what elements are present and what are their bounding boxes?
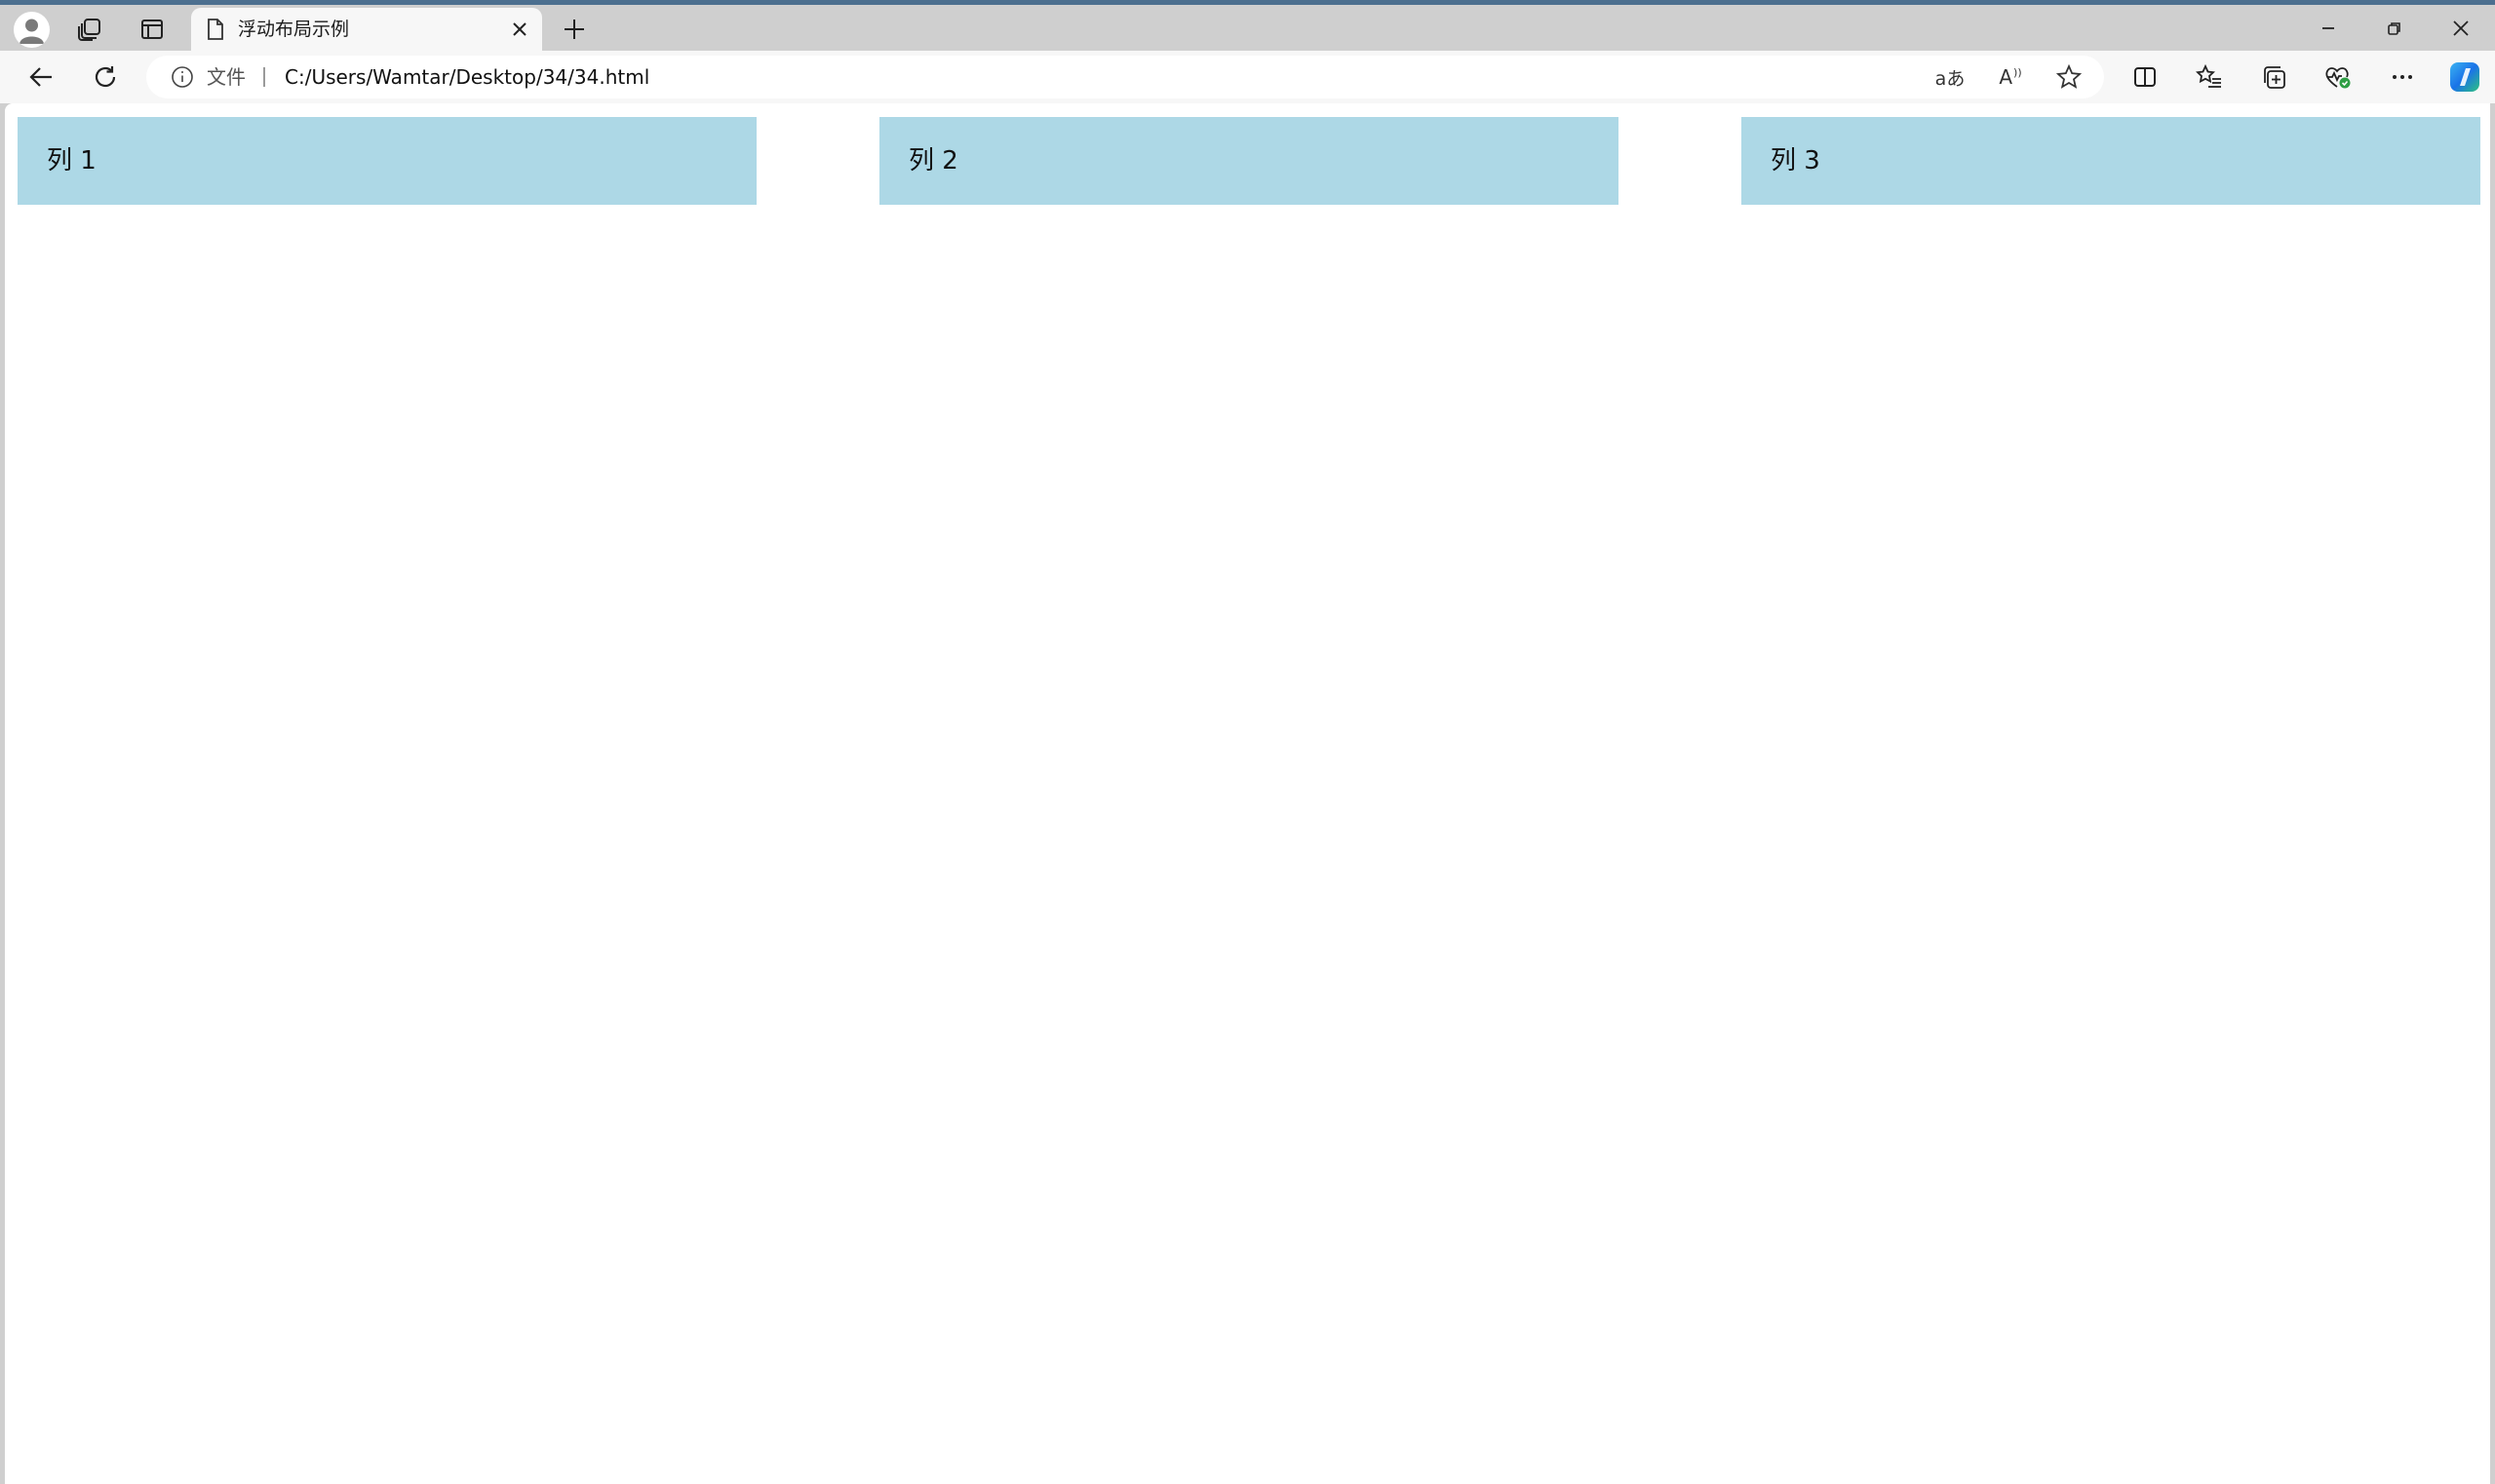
plus-icon: [565, 20, 584, 39]
copilot-icon: [2450, 62, 2479, 92]
more-dots-icon: [2393, 75, 2412, 79]
new-tab-button[interactable]: [554, 10, 595, 49]
tab-title: 浮动布局示例: [238, 19, 350, 40]
favorite-star-button[interactable]: [2049, 59, 2088, 95]
column-1: 列 1: [18, 117, 757, 205]
profile-avatar-icon: [13, 11, 50, 48]
address-scheme-label: 文件: [207, 65, 246, 89]
read-aloud-button[interactable]: A )): [1991, 59, 2030, 95]
refresh-button[interactable]: [84, 58, 127, 97]
column-3-label: 列 3: [1771, 146, 1820, 176]
minimize-button[interactable]: [2293, 5, 2363, 51]
workspaces-icon: [78, 19, 100, 41]
workspaces-button[interactable]: [64, 10, 115, 49]
translate-button[interactable]: aあ: [1930, 59, 1969, 95]
restore-icon: [2388, 21, 2400, 35]
browser-toolbar: 文件 C:/Users/Wamtar/Desktop/34/34.html aあ…: [0, 51, 2495, 103]
column-3: 列 3: [1741, 117, 2480, 205]
browser-window: 浮动布局示例 文件 C:/Users/Wamtar/Desktop/34/34.…: [0, 0, 2495, 1484]
tab-strip: 浮动布局示例: [0, 5, 2495, 51]
tab-active[interactable]: 浮动布局示例: [191, 8, 542, 51]
close-window-button[interactable]: [2426, 5, 2495, 51]
browser-essentials-button[interactable]: [2317, 58, 2359, 97]
restore-button[interactable]: [2359, 5, 2430, 51]
page-document-icon: [203, 17, 228, 42]
close-icon: [2453, 20, 2469, 36]
split-screen-icon: [2134, 67, 2156, 87]
translate-icon: aあ: [1934, 67, 1966, 90]
read-aloud-icon: A: [1999, 65, 2013, 89]
back-arrow-icon: [29, 67, 52, 87]
close-icon: [513, 22, 526, 36]
site-info-icon[interactable]: [171, 65, 194, 89]
address-url[interactable]: C:/Users/Wamtar/Desktop/34/34.html: [285, 56, 649, 98]
settings-more-button[interactable]: [2381, 58, 2424, 97]
page-viewport: 列 1 列 2 列 3: [5, 103, 2490, 1484]
collections-icon: [2264, 66, 2285, 89]
vertical-tabs-icon: [141, 20, 163, 39]
profile-button[interactable]: [6, 10, 57, 49]
collections-button[interactable]: [2252, 58, 2295, 97]
address-bar[interactable]: 文件 C:/Users/Wamtar/Desktop/34/34.html aあ…: [146, 56, 2104, 98]
column-1-label: 列 1: [47, 146, 97, 176]
minimize-icon: [2322, 26, 2334, 29]
heart-pulse-icon: [2325, 67, 2351, 89]
favorites-list-icon: [2196, 63, 2221, 88]
column-2: 列 2: [879, 117, 1618, 205]
address-separator: [263, 67, 265, 87]
column-2-label: 列 2: [909, 146, 958, 176]
tab-actions-button[interactable]: [127, 10, 177, 49]
star-icon: [2056, 64, 2082, 89]
favorites-button[interactable]: [2188, 58, 2231, 97]
split-screen-button[interactable]: [2124, 58, 2166, 97]
tab-close-button[interactable]: [505, 15, 534, 44]
copilot-button[interactable]: [2443, 58, 2486, 97]
back-button[interactable]: [19, 58, 62, 97]
refresh-icon: [95, 66, 116, 88]
